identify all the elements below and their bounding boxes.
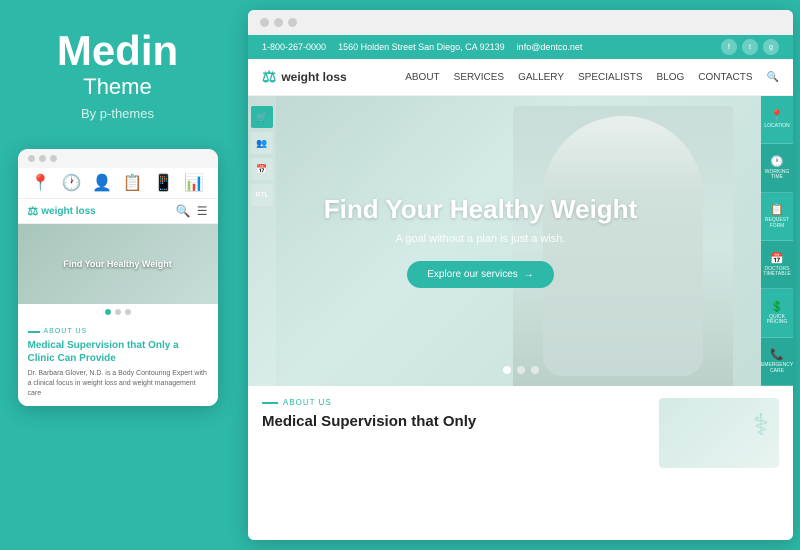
hero-subtitle: A goal without a plan is just a wish. bbox=[324, 233, 637, 245]
slide-dot-1[interactable] bbox=[105, 309, 111, 315]
hero-slide-dots bbox=[503, 366, 539, 374]
location-icon: 📍 bbox=[31, 173, 51, 193]
nav-gallery[interactable]: GALLERY bbox=[518, 72, 564, 83]
pricing-icon: 💲 bbox=[770, 300, 784, 313]
site-top-bar: 1-800-267-0000 1560 Holden Street San Di… bbox=[248, 35, 793, 59]
mobile-slide-dots bbox=[18, 304, 218, 320]
mobile-about-title: Medical Supervision that Only a Clinic C… bbox=[28, 339, 208, 365]
calendar-icon: 📅 bbox=[770, 252, 784, 265]
nav-contacts[interactable]: CONTACTS bbox=[698, 72, 752, 83]
site-below-hero: About us Medical Supervision that Only ⚕ bbox=[248, 386, 793, 480]
slide-dot-2[interactable] bbox=[115, 309, 121, 315]
phone-info: 1-800-267-0000 bbox=[262, 42, 326, 52]
mobile-nav: ⚖ weight loss 🔍 ☰ bbox=[18, 199, 218, 224]
email-info: info@dentco.net bbox=[517, 42, 583, 52]
address-info: 1560 Holden Street San Diego, CA 92139 bbox=[338, 42, 505, 52]
brand-subtitle: Theme bbox=[83, 74, 151, 100]
toolbar-rtl[interactable]: RTL bbox=[251, 184, 273, 206]
mobile-hero: Find Your Healthy Weight bbox=[18, 224, 218, 304]
sidebar-pricing[interactable]: 💲 QUICK PRICING bbox=[761, 289, 793, 337]
explore-services-button[interactable]: Explore our services bbox=[407, 261, 554, 288]
hero-right-sidebar: 📍 LOCATION 🕐 WORKING TIME 📋 REQUEST FORM… bbox=[761, 96, 793, 386]
mobile-about-desc: Dr. Barbara Glover, N.D. is a Body Conto… bbox=[28, 369, 208, 398]
mobile-about-label: About us bbox=[28, 328, 208, 335]
location-icon: 📍 bbox=[770, 109, 784, 122]
browser-dot-2 bbox=[274, 18, 283, 27]
clock-icon: 🕐 bbox=[770, 155, 784, 168]
below-hero-image: ⚕ bbox=[659, 398, 779, 468]
user-icon: 👤 bbox=[92, 173, 112, 193]
site-logo: ⚖ weight loss bbox=[262, 67, 347, 87]
sidebar-timetable[interactable]: 📅 DOCTORS TIMETABLE bbox=[761, 241, 793, 289]
below-hero-about-label: About us bbox=[262, 398, 645, 407]
hero-title: Find Your Healthy Weight bbox=[324, 194, 637, 225]
hero-left-toolbar: 🛒 👥 📅 RTL bbox=[248, 96, 276, 386]
sidebar-request-form[interactable]: 📋 REQUEST FORM bbox=[761, 193, 793, 241]
browser-top-bar bbox=[248, 10, 793, 35]
search-icon[interactable]: 🔍 bbox=[176, 204, 191, 218]
browser-mockup: 1-800-267-0000 1560 Holden Street San Di… bbox=[248, 10, 793, 540]
search-icon[interactable]: 🔍 bbox=[767, 72, 779, 83]
chart-icon: 📊 bbox=[184, 173, 204, 193]
site-header: ⚖ weight loss ABOUT SERVICES GALLERY SPE… bbox=[248, 59, 793, 96]
brand-author: By p-themes bbox=[81, 106, 154, 121]
nav-blog[interactable]: BLOG bbox=[656, 72, 684, 83]
nav-about[interactable]: ABOUT bbox=[405, 72, 439, 83]
site-nav: ABOUT SERVICES GALLERY SPECIALISTS BLOG … bbox=[405, 72, 779, 83]
form-icon: 📋 bbox=[770, 203, 784, 216]
browser-dot-3 bbox=[288, 18, 297, 27]
mobile-top-bar bbox=[18, 149, 218, 168]
slide-dot-3[interactable] bbox=[125, 309, 131, 315]
mobile-nav-icons: 🔍 ☰ bbox=[176, 204, 208, 218]
mobile-mockup: 📍 🕐 👤 📋 📱 📊 ⚖ weight loss 🔍 ☰ Find Your … bbox=[18, 149, 218, 406]
toolbar-calendar[interactable]: 📅 bbox=[251, 158, 273, 180]
google-icon[interactable]: g bbox=[763, 39, 779, 55]
sidebar-working-time[interactable]: 🕐 WORKING TIME bbox=[761, 144, 793, 192]
hero-dot-2[interactable] bbox=[517, 366, 525, 374]
nav-specialists[interactable]: SPECIALISTS bbox=[578, 72, 642, 83]
clipboard-icon: 📋 bbox=[123, 173, 143, 193]
mobile-dot-1 bbox=[28, 155, 35, 162]
phone-icon: 📱 bbox=[153, 173, 173, 193]
dna-icon: ⚕ bbox=[753, 408, 769, 443]
below-hero-title: Medical Supervision that Only bbox=[262, 412, 645, 432]
mobile-dot-2 bbox=[39, 155, 46, 162]
toolbar-cart[interactable]: 🛒 bbox=[251, 106, 273, 128]
left-panel: Medin Theme By p-themes 📍 🕐 👤 📋 📱 📊 ⚖ we… bbox=[0, 0, 235, 550]
mobile-hero-text: Find Your Healthy Weight bbox=[63, 259, 172, 269]
mobile-icons-row: 📍 🕐 👤 📋 📱 📊 bbox=[18, 168, 218, 199]
sidebar-emergency[interactable]: 📞 EMERGENCY CARE bbox=[761, 338, 793, 386]
hero-content: Find Your Healthy Weight A goal without … bbox=[324, 194, 637, 288]
logo-icon: ⚖ bbox=[262, 67, 276, 87]
facebook-icon[interactable]: f bbox=[721, 39, 737, 55]
menu-icon[interactable]: ☰ bbox=[197, 204, 208, 218]
site-top-bar-left: 1-800-267-0000 1560 Holden Street San Di… bbox=[262, 42, 582, 52]
hero-dot-3[interactable] bbox=[531, 366, 539, 374]
sidebar-location[interactable]: 📍 LOCATION bbox=[761, 96, 793, 144]
mobile-logo: ⚖ weight loss bbox=[28, 204, 96, 218]
hero-dot-1[interactable] bbox=[503, 366, 511, 374]
toolbar-people[interactable]: 👥 bbox=[251, 132, 273, 154]
site-top-bar-right: f t g bbox=[721, 39, 779, 55]
twitter-icon[interactable]: t bbox=[742, 39, 758, 55]
browser-dot-1 bbox=[260, 18, 269, 27]
nav-services[interactable]: SERVICES bbox=[454, 72, 504, 83]
phone-icon: 📞 bbox=[770, 348, 784, 361]
mobile-dot-3 bbox=[50, 155, 57, 162]
mobile-about-section: About us Medical Supervision that Only a… bbox=[18, 320, 218, 406]
clock-icon: 🕐 bbox=[62, 173, 82, 193]
below-hero-content: About us Medical Supervision that Only bbox=[262, 398, 645, 468]
brand-title: Medin bbox=[57, 30, 178, 72]
site-hero: 🛒 👥 📅 RTL Find Your Healthy Weight A goa… bbox=[248, 96, 793, 386]
